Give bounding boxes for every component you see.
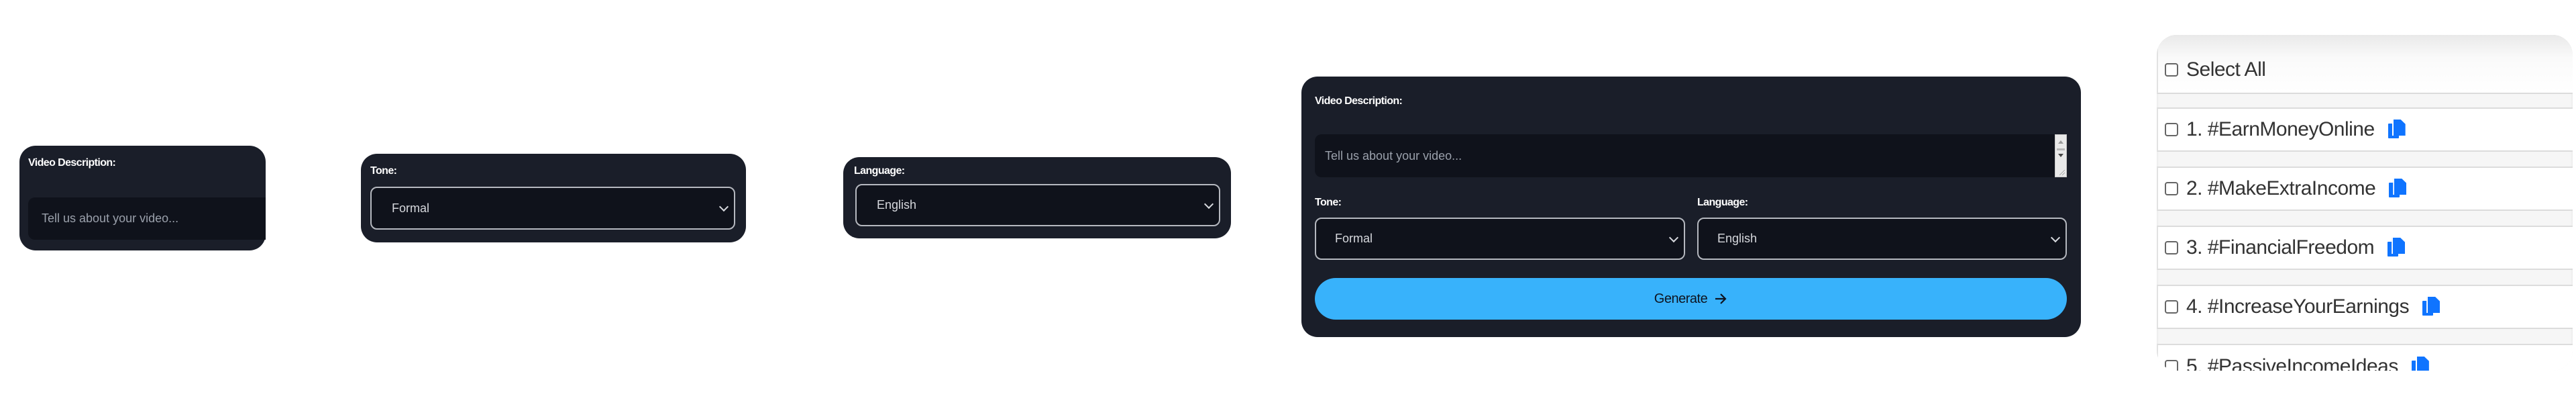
tone-label: Tone:: [370, 165, 397, 177]
hashtag-label: 2. #MakeExtraIncome: [2186, 177, 2376, 199]
hashtag-item: 4. #IncreaseYourEarnings: [2157, 285, 2573, 329]
textarea-scrollbar[interactable]: [2055, 134, 2067, 177]
scroll-down-arrow-icon[interactable]: [2058, 154, 2063, 157]
language-select-value: English: [877, 198, 917, 212]
tone-select-value: Formal: [1335, 232, 1373, 245]
arrow-right-icon: [1715, 293, 1727, 304]
tone-select[interactable]: Formal: [1315, 218, 1685, 260]
language-select[interactable]: English: [1697, 218, 2067, 260]
language-card: Language: English: [843, 157, 1231, 238]
hashtag-checkbox[interactable]: [2165, 123, 2178, 136]
copy-icon[interactable]: [2389, 179, 2407, 199]
hashtag-checkbox[interactable]: [2165, 241, 2178, 254]
chevron-down-icon: [1668, 232, 1679, 242]
scroll-thumb[interactable]: [2057, 148, 2065, 150]
video-description-label: Video Description:: [28, 157, 116, 169]
language-label: Language:: [1697, 197, 1748, 208]
select-all-checkbox[interactable]: [2165, 63, 2178, 77]
hashtag-item: 5. #PassiveIncomeIdeas: [2157, 344, 2573, 371]
generate-button-label: Generate: [1654, 291, 1708, 306]
copy-icon[interactable]: [2387, 238, 2406, 258]
hashtag-label: 3. #FinancialFreedom: [2186, 236, 2375, 259]
copy-icon[interactable]: [2422, 297, 2440, 317]
hashtag-item: 2. #MakeExtraIncome: [2157, 167, 2573, 211]
generator-form-card: Video Description: Tell us about your vi…: [1301, 77, 2081, 337]
hashtag-checkbox[interactable]: [2165, 360, 2178, 371]
select-all-row[interactable]: Select All: [2157, 35, 2573, 94]
select-all-label: Select All: [2186, 58, 2266, 81]
hashtag-item: 3. #FinancialFreedom: [2157, 226, 2573, 270]
tone-select[interactable]: Formal: [370, 187, 735, 230]
chevron-down-icon: [718, 201, 729, 212]
hashtag-label: 1. #EarnMoneyOnline: [2186, 118, 2375, 140]
hashtag-label: 4. #IncreaseYourEarnings: [2186, 295, 2410, 318]
copy-icon[interactable]: [2387, 120, 2406, 140]
hashtag-label: 5. #PassiveIncomeIdeas: [2186, 355, 2398, 371]
video-description-textarea[interactable]: Tell us about your video...: [28, 197, 266, 240]
scroll-up-arrow-icon[interactable]: [2058, 140, 2063, 144]
video-description-label: Video Description:: [1315, 95, 1403, 107]
generate-button[interactable]: Generate: [1315, 278, 2067, 320]
copy-icon[interactable]: [2411, 357, 2429, 371]
tone-card: Tone: Formal: [361, 154, 746, 242]
chevron-down-icon: [2050, 232, 2061, 242]
video-description-card: Video Description: Tell us about your vi…: [19, 146, 266, 250]
language-label: Language:: [854, 165, 905, 177]
tone-label: Tone:: [1315, 197, 1342, 208]
hashtag-checkbox[interactable]: [2165, 300, 2178, 314]
chevron-down-icon: [1203, 199, 1214, 209]
video-description-placeholder: Tell us about your video...: [1325, 148, 1462, 162]
hashtag-results-panel: Select All 1. #EarnMoneyOnline 2. #MakeE…: [2157, 35, 2573, 371]
hashtag-item: 1. #EarnMoneyOnline: [2157, 107, 2573, 152]
video-description-textarea[interactable]: Tell us about your video...: [1315, 134, 2067, 177]
language-select-value: English: [1717, 232, 1758, 245]
hashtag-checkbox[interactable]: [2165, 182, 2178, 195]
language-select[interactable]: English: [855, 184, 1220, 226]
tone-select-value: Formal: [392, 201, 430, 215]
resize-grip-icon[interactable]: [2059, 170, 2065, 175]
